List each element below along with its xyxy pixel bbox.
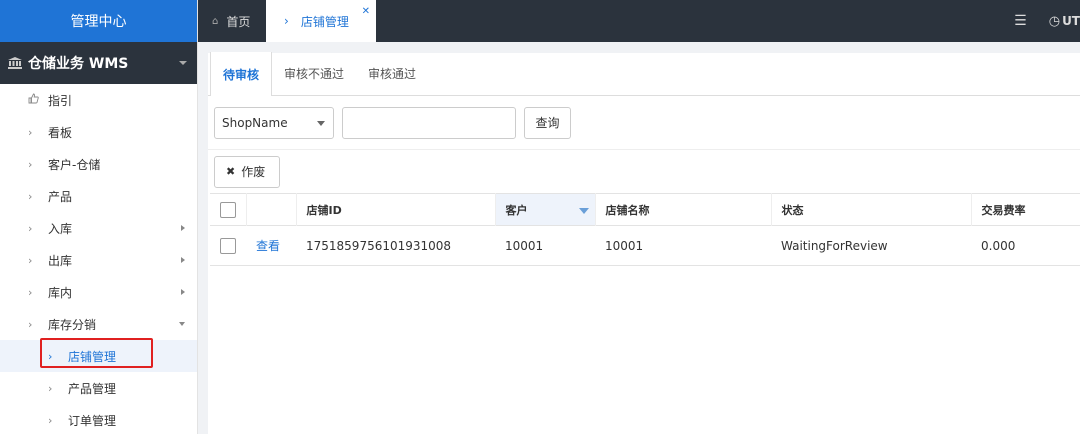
select-all-checkbox[interactable] [220,201,236,218]
sidebar-subitem-shop-management[interactable]: › 店铺管理 [0,340,197,372]
sidebar-item-label: 客户-仓储 [48,157,101,172]
select-value: ShopName [222,115,288,130]
chevron-right-icon: › [48,413,53,427]
caret-right-icon [181,225,185,231]
tab-shop-management[interactable]: › 店铺管理 ✕ [266,0,376,42]
row-select-cell [210,226,246,266]
sidebar-item-label: 店铺管理 [68,349,117,364]
chevron-right-icon: › [28,285,33,299]
tab-review-rejected[interactable]: 审核不通过 [272,52,356,95]
shop-id-cell: 1751859756101931008 [306,238,452,253]
search-input[interactable] [342,106,516,139]
search-field-select[interactable]: ShopName [214,106,334,139]
status-tabs: 待审核 审核不通过 审核通过 [208,52,1080,96]
caret-right-icon [181,289,185,295]
column-header-customer[interactable]: 客户 [495,193,596,226]
column-header-fee-rate[interactable]: 交易费率 [971,193,1080,226]
bank-icon [8,57,22,69]
tab-pending-review[interactable]: 待审核 [210,52,273,96]
sidebar-item-label: 指引 [48,93,73,108]
home-icon: ⌂ [212,15,219,27]
chevron-right-icon: › [48,349,53,363]
action-bar: ✖ 作废 [208,150,1080,193]
thumbs-up-icon [28,93,40,107]
sidebar-item-label: 看板 [48,125,73,140]
menu-toggle-icon[interactable]: ☰ [1014,13,1027,29]
timezone-label[interactable]: UT [1062,14,1080,28]
sidebar-item-dashboard[interactable]: › 看板 [0,116,197,148]
sidebar-item-in-warehouse[interactable]: › 库内 [0,276,197,308]
sidebar-nav: 指引 › 看板 › 客户-仓储 › 产品 › 入库 › 出库 › 库内 › 库存… [0,84,197,434]
table-row: 查看 1751859756101931008 10001 10001 Waiti… [210,226,1080,266]
sidebar-item-customer-warehouse[interactable]: › 客户-仓储 [0,148,197,180]
column-header-shop-name[interactable]: 店铺名称 [595,193,772,226]
tab-label: 店铺管理 [300,14,349,29]
column-header-label: 客户 [505,203,528,217]
status-cell: WaitingForReview [781,238,888,253]
sidebar-subitem-order-management[interactable]: › 订单管理 [0,404,197,434]
fee-rate-cell: 0.000 [981,238,1016,253]
module-label: 仓储业务 WMS [28,56,129,72]
sidebar-item-product[interactable]: › 产品 [0,180,197,212]
chevron-right-icon: › [284,14,289,28]
sidebar-item-label: 产品 [48,189,73,204]
caret-down-icon [179,322,185,326]
chevron-right-icon: › [28,253,33,267]
sort-down-icon[interactable] [578,208,589,214]
row-checkbox[interactable] [220,237,236,254]
chevron-right-icon: › [28,317,33,331]
chevron-right-icon: › [48,381,53,395]
main-content: 待审核 审核不通过 审核通过 ShopName 查询 ✖ 作废 店铺ID 客户 [208,52,1080,434]
shop-table: 店铺ID 客户 店铺名称 状态 交易费率 查看 1751859756101931… [210,193,1080,266]
module-selector[interactable]: 仓储业务 WMS [0,42,197,84]
sidebar-item-inbound[interactable]: › 入库 [0,212,197,244]
filter-bar: ShopName 查询 [208,96,1080,150]
sidebar-item-label: 出库 [48,253,73,268]
sidebar-item-label: 库内 [48,285,73,300]
chevron-right-icon: › [28,125,33,139]
column-header-shop-id[interactable]: 店铺ID [296,193,496,226]
close-icon: ✖ [226,165,236,178]
app-title[interactable]: 管理中心 [0,0,197,42]
chevron-right-icon: › [28,221,33,235]
sidebar-item-label: 入库 [48,221,73,236]
caret-right-icon [181,257,185,263]
sidebar-item-label: 订单管理 [68,413,117,428]
tab-label: 首页 [226,14,251,29]
row-action-cell: 查看 [246,226,296,266]
close-icon[interactable]: ✕ [362,6,370,17]
column-header-status[interactable]: 状态 [771,193,972,226]
chevron-down-icon [317,120,325,126]
sidebar-item-label: 库存分销 [48,317,97,332]
chevron-right-icon: › [28,189,33,203]
chevron-right-icon: › [28,157,33,171]
void-label: 作废 [241,165,266,179]
tab-home[interactable]: ⌂ 首页 [198,0,266,42]
top-right-tools: ☰ ◷ UT [1014,0,1080,42]
tab-review-approved[interactable]: 审核通过 [356,52,428,95]
sidebar-item-inventory-distribution[interactable]: › 库存分销 [0,308,197,340]
view-link[interactable]: 查看 [256,239,280,253]
sidebar-item-label: 产品管理 [68,381,117,396]
customer-cell: 10001 [505,238,544,253]
chevron-down-icon [179,61,187,65]
sidebar-item-outbound[interactable]: › 出库 [0,244,197,276]
sidebar-subitem-product-management[interactable]: › 产品管理 [0,372,197,404]
select-all-cell [210,193,247,226]
clock-icon[interactable]: ◷ [1049,14,1060,29]
query-button[interactable]: 查询 [524,106,571,139]
table-header-row: 店铺ID 客户 店铺名称 状态 交易费率 [210,193,1080,226]
void-button[interactable]: ✖ 作废 [214,155,280,188]
sidebar-item-guide[interactable]: 指引 [0,84,197,116]
shop-name-cell: 10001 [605,238,644,253]
top-bar: ⌂ 首页 › 店铺管理 ✕ ☰ ◷ UT [198,0,1080,42]
action-header [246,193,297,226]
sidebar: 管理中心 仓储业务 WMS 指引 › 看板 › 客户-仓储 › 产品 › 入库 [0,0,198,434]
